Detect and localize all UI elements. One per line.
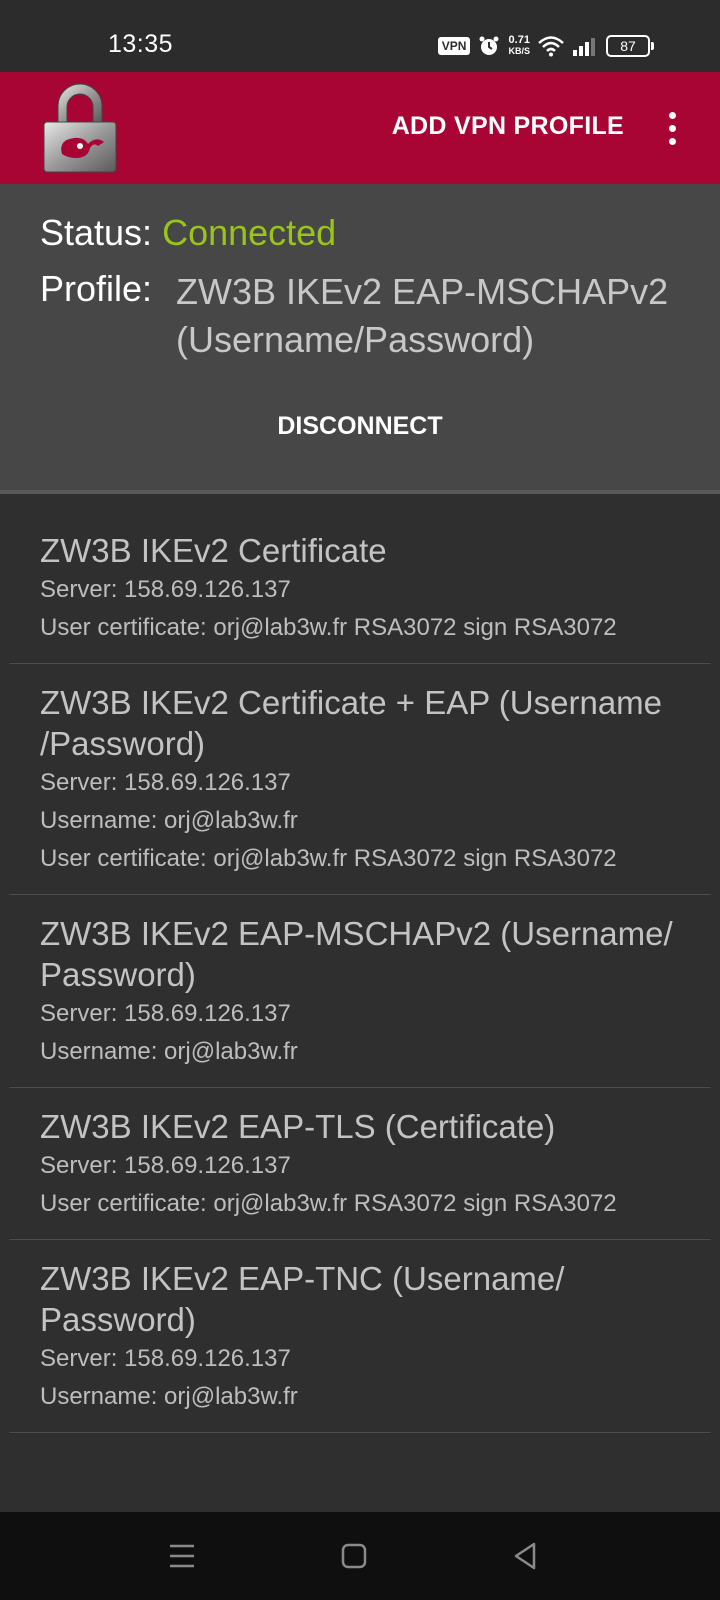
strongswan-lock-logo-icon (43, 83, 117, 173)
system-status-bar: 13:35 VPN 0.71 KB/S 87 (0, 0, 720, 72)
profile-item-certificate[interactable]: ZW3B IKEv2 Certificate Server: 158.69.12… (10, 512, 710, 664)
profile-item-certificate-eap[interactable]: ZW3B IKEv2 Certificate + EAP (Username /… (10, 664, 710, 895)
profile-label: Profile: (40, 268, 153, 309)
overflow-menu-icon[interactable] (666, 112, 678, 146)
connection-status-panel: Status: Connected Profile: ZW3B IKEv2 EA… (0, 184, 720, 490)
profile-name: ZW3B IKEv2 Certificate (40, 532, 387, 569)
profile-name: ZW3B IKEv2 EAP-TLS (Certificate) (40, 1108, 556, 1145)
profile-username: Username: orj@lab3w.fr (40, 1038, 298, 1065)
app-toolbar: ADD VPN PROFILE (0, 72, 720, 184)
vpn-badge: VPN (437, 37, 471, 55)
profile-name: ZW3B IKEv2 EAP-MSCHAPv2 (Username/ Passw… (40, 915, 673, 993)
profile-server: Server: 158.69.126.137 (40, 576, 291, 603)
profile-user-certificate: User certificate: orj@lab3w.fr RSA3072 s… (40, 845, 617, 872)
status-value: Connected (162, 212, 337, 253)
profile-server: Server: 158.69.126.137 (40, 1345, 291, 1372)
profile-name: ZW3B IKEv2 EAP-TNC (Username/ Password) (40, 1260, 565, 1338)
profile-item-eap-tnc[interactable]: ZW3B IKEv2 EAP-TNC (Username/ Password) … (10, 1240, 710, 1433)
add-vpn-profile-button[interactable]: ADD VPN PROFILE (392, 112, 624, 141)
active-profile-name: ZW3B IKEv2 EAP-MSCHAPv2 (Username/Passwo… (176, 271, 669, 360)
menu-icon[interactable] (162, 1536, 202, 1576)
alarm-icon (479, 36, 499, 55)
profile-item-eap-mschapv2[interactable]: ZW3B IKEv2 EAP-MSCHAPv2 (Username/ Passw… (10, 895, 710, 1088)
profile-username: Username: orj@lab3w.fr (40, 1383, 298, 1410)
clock: 13:35 (108, 30, 174, 58)
profile-item-eap-tls[interactable]: ZW3B IKEv2 EAP-TLS (Certificate) Server:… (10, 1088, 710, 1240)
back-icon[interactable] (506, 1536, 546, 1576)
network-speed: 0.71 KB/S (508, 34, 530, 57)
profile-user-certificate: User certificate: orj@lab3w.fr RSA3072 s… (40, 1190, 617, 1217)
profile-username: Username: orj@lab3w.fr (40, 807, 298, 834)
status-label: Status: (40, 212, 153, 253)
home-icon[interactable] (334, 1536, 374, 1576)
status-row: Status: Connected (40, 212, 336, 254)
system-navigation-bar (0, 1512, 720, 1600)
profile-server: Server: 158.69.126.137 (40, 769, 291, 796)
disconnect-button[interactable]: DISCONNECT (0, 412, 720, 441)
status-icons: VPN 0.71 KB/S 87 (437, 32, 654, 60)
profile-server: Server: 158.69.126.137 (40, 1000, 291, 1027)
profile-server: Server: 158.69.126.137 (40, 1152, 291, 1179)
panel-divider (0, 490, 720, 494)
profile-name: ZW3B IKEv2 Certificate + EAP (Username /… (40, 684, 663, 762)
wifi-icon (538, 36, 564, 57)
vpn-profile-list: ZW3B IKEv2 Certificate Server: 158.69.12… (0, 512, 720, 1433)
signal-icon (573, 38, 595, 56)
profile-user-certificate: User certificate: orj@lab3w.fr RSA3072 s… (40, 614, 617, 641)
battery-icon: 87 (606, 35, 654, 57)
